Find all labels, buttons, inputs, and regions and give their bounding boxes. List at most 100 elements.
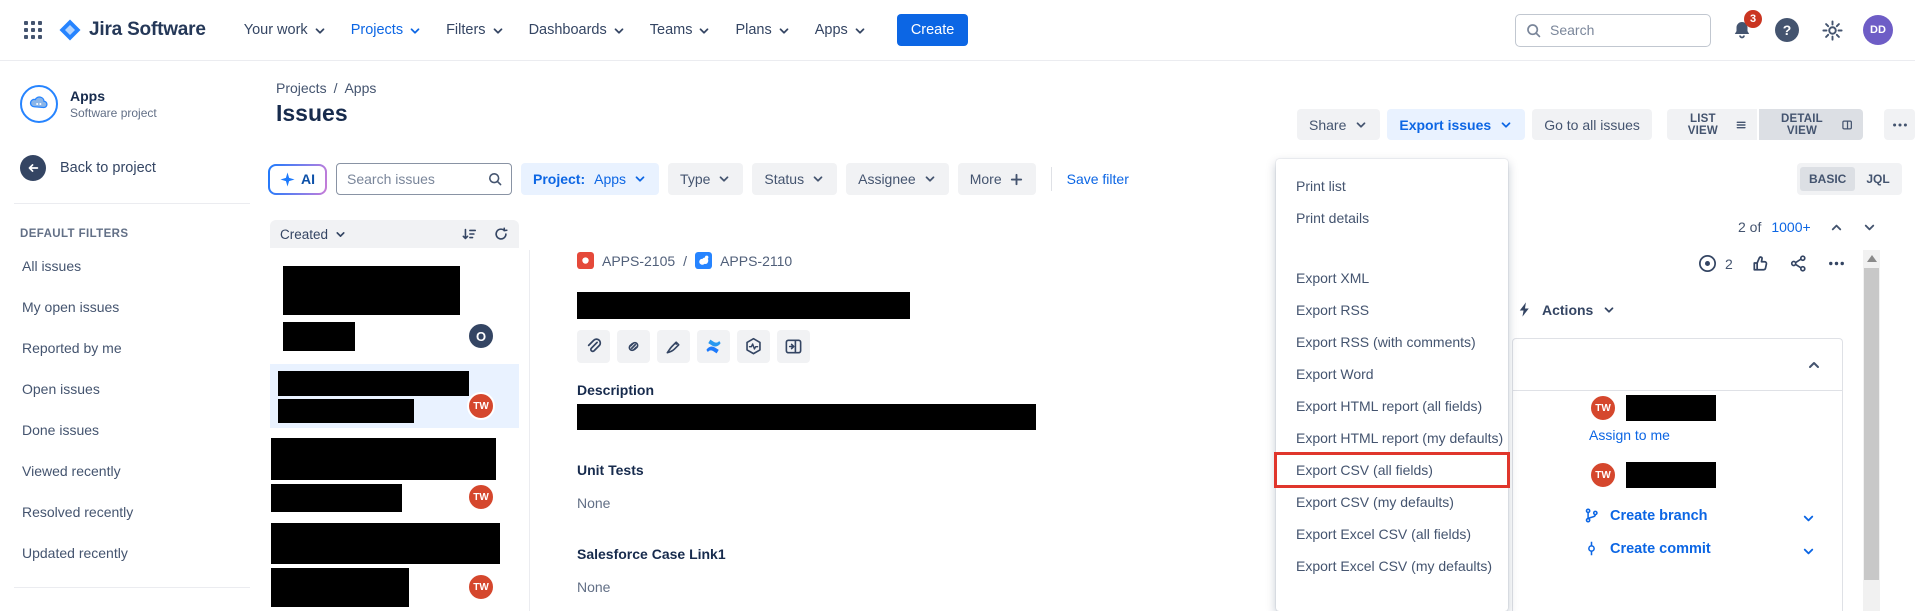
sidebar-item-done-issues[interactable]: Done issues <box>20 412 246 448</box>
menu-item-export-xml[interactable]: Export XML <box>1276 262 1508 294</box>
menu-item-export-excel-csv-all[interactable]: Export Excel CSV (all fields) <box>1276 518 1508 550</box>
refresh-button[interactable] <box>493 226 509 242</box>
more-actions-button[interactable] <box>1884 109 1915 140</box>
sidebar-item-my-open-issues[interactable]: My open issues <box>20 289 246 325</box>
detail-view-button[interactable]: DETAIL VIEW <box>1759 109 1864 140</box>
ai-button[interactable]: AI <box>268 163 327 195</box>
share-button[interactable]: Share <box>1297 109 1381 140</box>
project-filter-chip[interactable]: Project: Apps <box>521 163 660 195</box>
breadcrumb-apps[interactable]: Apps <box>344 80 376 96</box>
menu-item-print-details[interactable]: Print details <box>1276 202 1508 234</box>
confluence-button[interactable] <box>697 330 730 363</box>
go-to-all-issues-button[interactable]: Go to all issues <box>1532 109 1652 140</box>
sidebar-item-updated-recently[interactable]: Updated recently <box>20 535 246 571</box>
open-panel-button[interactable] <box>777 330 810 363</box>
link-button[interactable] <box>617 330 650 363</box>
sort-field-dropdown[interactable]: Created <box>280 227 347 242</box>
attach-button[interactable] <box>577 330 610 363</box>
sidebar-item-reported-by-me[interactable]: Reported by me <box>20 330 246 366</box>
project-header[interactable]: Apps Software project <box>20 85 246 123</box>
list-item[interactable]: TW <box>270 523 519 611</box>
create-button[interactable]: Create <box>896 14 969 46</box>
create-commit-button[interactable]: Create commit <box>1583 540 1711 557</box>
sidebar-item-resolved-recently[interactable]: Resolved recently <box>20 494 246 530</box>
share-issue-button[interactable] <box>1788 253 1809 274</box>
unit-tests-label: Unit Tests <box>577 462 644 478</box>
menu-item-export-csv-defaults[interactable]: Export CSV (my defaults) <box>1276 486 1508 518</box>
issue-search-input[interactable] <box>336 163 512 195</box>
page-scrollbar[interactable] <box>1863 250 1880 611</box>
app-switcher-icon[interactable] <box>22 19 44 41</box>
chevron-down-icon <box>635 176 645 182</box>
vote-button[interactable] <box>1750 253 1771 274</box>
nav-apps[interactable]: Apps <box>805 14 877 46</box>
assignee-filter-chip[interactable]: Assignee <box>846 163 949 195</box>
sidebar-item-open-issues[interactable]: Open issues <box>20 371 246 407</box>
help-button[interactable] <box>1773 16 1801 44</box>
sidebar-item-viewed-recently[interactable]: Viewed recently <box>20 453 246 489</box>
search-icon <box>1525 22 1542 39</box>
create-branch-chevron[interactable] <box>1801 511 1816 526</box>
issue-key[interactable]: APPS-2110 <box>720 253 792 269</box>
plus-icon <box>1010 173 1022 185</box>
create-branch-button[interactable]: Create branch <box>1583 507 1708 524</box>
nav-plans[interactable]: Plans <box>725 14 800 46</box>
scrollbar-thumb[interactable] <box>1864 268 1879 580</box>
pager-total-link[interactable]: 1000+ <box>1771 219 1810 235</box>
list-item-selected[interactable]: TW <box>270 364 519 428</box>
notifications-button[interactable]: 3 <box>1728 10 1762 44</box>
back-to-project[interactable]: Back to project <box>20 155 246 181</box>
status-filter-chip[interactable]: Status <box>752 163 838 195</box>
issue-more-button[interactable] <box>1826 253 1847 274</box>
menu-item-export-html-all[interactable]: Export HTML report (all fields) <box>1276 390 1508 422</box>
export-issues-button[interactable]: Export issues <box>1387 109 1526 140</box>
global-search <box>1515 13 1711 47</box>
create-commit-chevron[interactable] <box>1801 544 1816 559</box>
sort-direction-button[interactable] <box>461 226 477 242</box>
jql-mode-button[interactable]: JQL <box>1857 167 1898 191</box>
menu-item-print-list[interactable]: Print list <box>1276 170 1508 202</box>
quill-button[interactable] <box>657 330 690 363</box>
actions-dropdown[interactable]: Actions <box>1516 301 1616 318</box>
nav-teams[interactable]: Teams <box>640 14 722 46</box>
type-filter-chip[interactable]: Type <box>668 163 744 195</box>
diagnostics-button[interactable] <box>737 330 770 363</box>
help-icon <box>1775 18 1799 42</box>
chevron-down-icon <box>1803 515 1814 522</box>
menu-item-export-excel-csv-defaults[interactable]: Export Excel CSV (my defaults) <box>1276 550 1508 582</box>
assign-to-me-link[interactable]: Assign to me <box>1589 427 1670 443</box>
list-view-button[interactable]: LIST VIEW <box>1666 109 1757 140</box>
notification-count-badge: 3 <box>1744 10 1762 28</box>
user-avatar[interactable]: DD <box>1863 15 1893 45</box>
list-item[interactable]: O <box>270 256 519 362</box>
redacted-text <box>271 568 409 607</box>
menu-item-export-csv-all-highlighted[interactable]: Export CSV (all fields) <box>1274 452 1510 488</box>
detail-view-icon <box>1842 120 1852 129</box>
nav-filters[interactable]: Filters <box>436 14 514 46</box>
settings-button[interactable] <box>1818 16 1846 44</box>
more-filters-chip[interactable]: More <box>957 163 1036 195</box>
details-panel-header[interactable] <box>1513 339 1842 391</box>
sidebar-item-all-issues[interactable]: All issues <box>20 248 246 284</box>
watch-button[interactable]: 2 <box>1697 253 1733 274</box>
menu-item-export-word[interactable]: Export Word <box>1276 358 1508 390</box>
view-all-filters-link[interactable]: View all filters <box>20 602 246 611</box>
search-icon <box>487 171 503 187</box>
breadcrumb-projects[interactable]: Projects <box>276 80 327 96</box>
parent-issue-key[interactable]: APPS-2105 <box>602 253 675 269</box>
scroll-up-arrow-icon[interactable] <box>1867 255 1877 262</box>
menu-item-export-html-defaults[interactable]: Export HTML report (my defaults) <box>1276 422 1508 454</box>
nav-your-work[interactable]: Your work <box>234 14 337 46</box>
nav-projects[interactable]: Projects <box>341 14 432 46</box>
jira-logo[interactable]: Jira Software <box>58 18 206 42</box>
save-filter-link[interactable]: Save filter <box>1067 171 1129 187</box>
menu-item-export-rss[interactable]: Export RSS <box>1276 294 1508 326</box>
pager-previous-button[interactable] <box>1829 220 1844 235</box>
nav-dashboards[interactable]: Dashboards <box>519 14 636 46</box>
menu-item-export-rss-comments[interactable]: Export RSS (with comments) <box>1276 326 1508 358</box>
assignee-avatar: TW <box>467 483 495 511</box>
search-input[interactable] <box>1515 13 1711 47</box>
pager-next-button[interactable] <box>1862 220 1877 235</box>
basic-mode-button[interactable]: BASIC <box>1800 167 1856 191</box>
chevron-up-icon <box>1809 361 1819 368</box>
